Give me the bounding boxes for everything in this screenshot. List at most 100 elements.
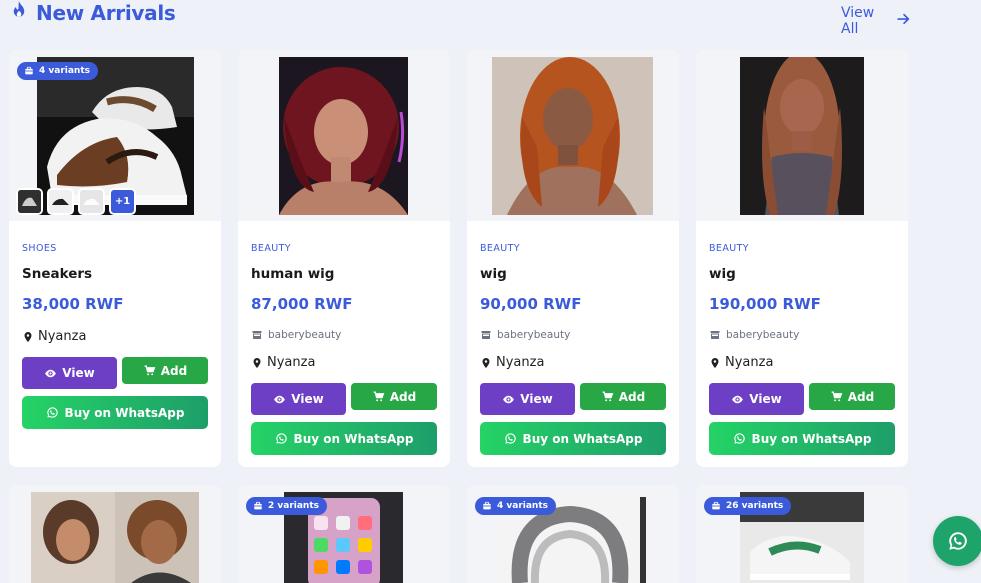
variants-badge: 2 variants — [246, 497, 327, 515]
product-seller[interactable]: baberybeauty — [251, 329, 341, 341]
box-icon — [711, 501, 721, 511]
product-image-area[interactable]: 26 variants — [696, 485, 908, 583]
add-button-label: Add — [160, 363, 188, 378]
cart-icon — [143, 364, 156, 377]
product-location: Nyanza — [251, 355, 315, 370]
view-all-label: View All — [841, 5, 875, 37]
product-category: BEAUTY — [480, 243, 520, 254]
product-card[interactable] — [9, 485, 221, 583]
product-image-area[interactable]: 2 variants — [238, 485, 450, 583]
eye-icon — [502, 393, 515, 406]
variants-badge-label: 4 variants — [39, 66, 90, 76]
product-card[interactable]: BEAUTY human wig 87,000 RWF baberybeauty… — [238, 50, 450, 467]
map-marker-icon — [22, 330, 34, 344]
product-name[interactable]: Sneakers — [22, 266, 92, 282]
product-category: BEAUTY — [251, 243, 291, 254]
whatsapp-icon — [46, 406, 59, 419]
store-icon — [480, 329, 492, 341]
product-price: 190,000 RWF — [709, 295, 821, 313]
add-to-cart-button[interactable]: Add — [351, 383, 437, 410]
product-card[interactable]: BEAUTY wig 190,000 RWF baberybeauty Nyan… — [696, 50, 908, 467]
product-seller[interactable]: baberybeauty — [709, 329, 799, 341]
product-category: SHOES — [22, 243, 57, 254]
add-button-label: Add — [847, 389, 875, 404]
product-image-area[interactable] — [467, 50, 679, 221]
product-seller-name: baberybeauty — [497, 329, 571, 341]
product-location: Nyanza — [709, 355, 773, 370]
product-image-area[interactable]: 4 variants — [467, 485, 679, 583]
product-image-area[interactable] — [696, 50, 908, 221]
variants-badge: 4 variants — [475, 497, 556, 515]
variants-badge: 4 variants — [17, 62, 98, 80]
add-to-cart-button[interactable]: Add — [580, 383, 666, 410]
product-price: 87,000 RWF — [251, 295, 353, 313]
product-price: 38,000 RWF — [22, 295, 124, 313]
box-icon — [253, 501, 263, 511]
view-button[interactable]: View — [22, 357, 117, 389]
variants-badge-label: 4 variants — [497, 501, 548, 511]
product-image[interactable] — [31, 492, 199, 583]
buy-on-whatsapp-button[interactable]: Buy on WhatsApp — [709, 422, 895, 455]
view-button-label: View — [291, 392, 324, 406]
add-button-label: Add — [618, 389, 646, 404]
section-title: New Arrivals — [10, 0, 176, 25]
product-location-text: Nyanza — [725, 355, 774, 370]
cart-icon — [601, 390, 614, 403]
view-button[interactable]: View — [251, 383, 346, 415]
view-button[interactable]: View — [480, 383, 575, 415]
product-image[interactable] — [740, 57, 864, 215]
buy-on-whatsapp-button[interactable]: Buy on WhatsApp — [480, 422, 666, 455]
product-location-text: Nyanza — [496, 355, 545, 370]
box-icon — [482, 501, 492, 511]
store-icon — [251, 329, 263, 341]
variant-thumbnail[interactable] — [78, 188, 105, 215]
add-to-cart-button[interactable]: Add — [122, 357, 208, 384]
add-button-label: Add — [389, 389, 417, 404]
product-image-area[interactable] — [9, 485, 221, 583]
product-seller-name: baberybeauty — [268, 329, 342, 341]
add-to-cart-button[interactable]: Add — [809, 383, 895, 410]
map-marker-icon — [251, 356, 263, 370]
variants-badge-label: 2 variants — [268, 501, 319, 511]
product-location-text: Nyanza — [38, 329, 87, 344]
view-button[interactable]: View — [709, 383, 804, 415]
more-variants-button[interactable]: +1 — [109, 188, 136, 215]
product-card[interactable]: 4 variants — [467, 485, 679, 583]
product-card[interactable]: BEAUTY wig 90,000 RWF baberybeauty Nyanz… — [467, 50, 679, 467]
whatsapp-icon — [504, 432, 517, 445]
product-location: Nyanza — [22, 329, 86, 344]
product-card[interactable]: 4 variants +1 SHOES Sneakers 38,000 RWF … — [9, 50, 221, 467]
buy-on-whatsapp-button[interactable]: Buy on WhatsApp — [251, 422, 437, 455]
variant-thumbnail[interactable] — [47, 188, 74, 215]
product-card[interactable]: 26 variants — [696, 485, 908, 583]
product-name[interactable]: wig — [709, 266, 736, 282]
product-price: 90,000 RWF — [480, 295, 582, 313]
product-seller-name: baberybeauty — [726, 329, 800, 341]
product-image[interactable] — [492, 57, 653, 215]
variants-badge-label: 26 variants — [726, 501, 784, 511]
product-location-text: Nyanza — [267, 355, 316, 370]
view-button-label: View — [62, 366, 95, 380]
whatsapp-icon — [275, 432, 288, 445]
variant-thumbnails: +1 — [16, 188, 136, 215]
cart-icon — [372, 390, 385, 403]
eye-icon — [273, 393, 286, 406]
whatsapp-icon — [733, 432, 746, 445]
fire-icon — [10, 0, 28, 25]
map-marker-icon — [709, 356, 721, 370]
product-name[interactable]: wig — [480, 266, 507, 282]
buy-on-whatsapp-button[interactable]: Buy on WhatsApp — [22, 396, 208, 429]
product-seller[interactable]: baberybeauty — [480, 329, 570, 341]
variant-thumbnail[interactable] — [16, 188, 43, 215]
eye-icon — [731, 393, 744, 406]
eye-icon — [44, 367, 57, 380]
product-image-area[interactable]: 4 variants +1 — [9, 50, 221, 221]
product-image-area[interactable] — [238, 50, 450, 221]
product-card[interactable]: 2 variants — [238, 485, 450, 583]
whatsapp-button-label: Buy on WhatsApp — [64, 405, 185, 420]
map-marker-icon — [480, 356, 492, 370]
product-image[interactable] — [279, 57, 408, 215]
floating-whatsapp-button[interactable] — [933, 516, 981, 566]
product-name[interactable]: human wig — [251, 266, 334, 282]
view-all-link[interactable]: View All — [841, 5, 910, 37]
